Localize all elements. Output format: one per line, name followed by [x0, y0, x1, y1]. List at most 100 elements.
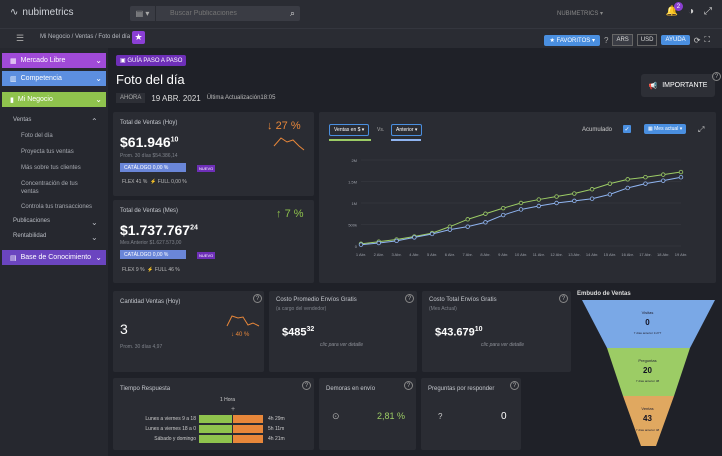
search-input[interactable] [156, 10, 276, 17]
data-point[interactable] [607, 192, 613, 197]
card-costo-promedio[interactable]: Costo Promedio Envíos Gratis (a cargo de… [269, 291, 417, 372]
bell-icon[interactable]: 🔔 2 [666, 2, 683, 17]
sidebar-label: Competencia [20, 75, 62, 82]
data-point[interactable] [358, 242, 364, 247]
info-icon[interactable]: ? [253, 294, 262, 303]
contrast-icon[interactable]: ◑ [688, 6, 694, 17]
sidebar-item-mi-negocio[interactable]: ▮ Mi Negocio ⌄ [2, 92, 106, 107]
x-tick-label: 5 Abr. [427, 252, 437, 257]
plus-icon: + [231, 406, 236, 413]
help-button[interactable]: AYUDA [661, 35, 690, 45]
info-icon[interactable]: ? [404, 381, 413, 390]
info-icon[interactable]: ? [712, 72, 721, 81]
question-icon[interactable]: ? [604, 36, 608, 45]
resp-row-value: 4h 29m [268, 416, 285, 422]
info-icon[interactable]: ? [302, 381, 311, 390]
search-icon[interactable]: ⌕ [290, 8, 295, 19]
data-point[interactable] [501, 212, 506, 218]
sidebar-item-base[interactable]: ▤ Base de Conocimiento ⌄ [2, 250, 106, 265]
data-point[interactable] [678, 174, 684, 180]
delta-mes: ↑ 7 % [276, 208, 304, 220]
sidebar-link-clientes[interactable]: Más sobre tus clientes [21, 164, 81, 172]
chevron-down-icon: ⌄ [95, 74, 102, 83]
x-tick-label: 9 Abr. [498, 252, 508, 257]
chevron-up-icon: ⌃ [91, 117, 98, 126]
data-point[interactable] [607, 181, 613, 186]
notif-badge: 2 [673, 2, 683, 11]
x-tick-label: 6 Abr. [445, 252, 455, 257]
sidebar-item-competencia[interactable]: ▥ Competencia ⌄ [2, 71, 106, 86]
data-point[interactable] [625, 177, 630, 182]
data-point[interactable] [536, 203, 541, 209]
card-subtitle: (Mes Actual) [429, 306, 457, 312]
data-point[interactable] [625, 185, 630, 191]
data-point[interactable] [554, 194, 559, 199]
refresh-icon[interactable]: ⟳ [694, 36, 701, 45]
x-tick-label: 7 Abr. [463, 252, 473, 257]
x-tick-label: 16 Abr. [621, 252, 633, 257]
data-point[interactable] [465, 217, 470, 222]
expand-icon[interactable]: ⤢ [704, 6, 712, 17]
info-icon[interactable]: ? [510, 381, 519, 390]
sidebar-sub-rentabilidad[interactable]: Rentabilidad ⌄ [13, 233, 98, 242]
data-point[interactable] [412, 235, 417, 240]
delta-hoy: ↓ 27 % [267, 120, 301, 132]
card-sales-chart: Ventas en $ ▾ Vs. Anterior ▾ Acumulado ✓… [319, 112, 716, 283]
info-icon[interactable]: ? [559, 294, 568, 303]
favorites-button[interactable]: ★ FAVORITOS ▾ [544, 34, 600, 46]
costo-prom-value: $48532 [282, 326, 314, 339]
card-ventas-hoy: Total de Ventas (Hoy) $61.94610 Prom. 30… [113, 112, 314, 196]
data-point[interactable] [572, 191, 577, 196]
book-icon: ▤ [10, 254, 17, 262]
sidebar-link-concentracion[interactable]: Concentración de tus [21, 180, 78, 188]
data-point[interactable] [518, 200, 524, 206]
data-point[interactable] [518, 207, 524, 212]
sidebar-item-mercado-libre[interactable]: ▦ Mercado Libre ⌄ [2, 53, 106, 68]
data-point[interactable] [465, 224, 470, 229]
data-point[interactable] [501, 205, 506, 211]
sidebar-link-concentracion-2[interactable]: ventas [21, 188, 39, 196]
funnel-visitas-value: 0 [645, 318, 650, 327]
data-point[interactable] [429, 231, 435, 237]
data-point[interactable] [394, 238, 399, 244]
search-category-dropdown[interactable]: ▤ ▾ [130, 6, 156, 21]
card-title: Tiempo Respuesta [120, 386, 171, 392]
menu-toggle-icon[interactable]: ☰ [16, 33, 24, 44]
sidebar-sub-ventas[interactable]: Ventas ⌃ [13, 117, 98, 126]
important-button[interactable]: 📢 IMPORTANTE [641, 74, 715, 97]
info-icon[interactable]: ? [405, 294, 414, 303]
data-point[interactable] [483, 220, 488, 225]
data-point[interactable] [376, 240, 381, 246]
card-costo-total[interactable]: Costo Total Envíos Gratis (Mes Actual) ?… [422, 291, 571, 372]
ventas-mes-prom: Mes Anterior $1.627.573,00 [120, 240, 182, 246]
star-icon[interactable]: ★ [132, 31, 145, 44]
fullscreen-icon[interactable]: ⛶ [704, 35, 710, 45]
data-point[interactable] [572, 198, 577, 204]
brand-logo[interactable]: ∿ nubimetrics [10, 7, 74, 18]
sidebar-sub-publicaciones[interactable]: Publicaciones ⌄ [13, 218, 98, 227]
guide-button[interactable]: ▣ GUÍA PASO A PASO [116, 55, 187, 66]
resp-row-label: Lunes a viernes 9 a 18 [145, 416, 196, 422]
sidebar-link-transacciones[interactable]: Controla tus transacciones [21, 203, 92, 211]
sidebar-link-proyecta[interactable]: Proyecta tus ventas [21, 148, 74, 156]
currency-ars[interactable]: ARS [612, 34, 633, 46]
data-point[interactable] [643, 174, 648, 180]
sidebar-link-foto[interactable]: Foto del día [21, 132, 53, 140]
cantidad-prom: Prom. 30 días 4,97 [120, 344, 163, 350]
data-point[interactable] [589, 187, 595, 192]
data-point[interactable] [678, 169, 684, 175]
currency-usd[interactable]: USD [636, 34, 658, 46]
data-point[interactable] [589, 196, 595, 201]
data-point[interactable] [483, 211, 488, 216]
funnel-visitas-sub: 7 días anterior 3.277 [633, 331, 662, 335]
data-point[interactable] [643, 181, 648, 186]
user-menu[interactable]: NUBIMETRICS ▾ [557, 10, 603, 17]
detail-link[interactable]: clic para ver detalle [320, 342, 363, 348]
data-point[interactable] [554, 200, 559, 206]
chevron-down-icon: ⌄ [91, 218, 98, 227]
data-point[interactable] [536, 197, 541, 202]
data-point[interactable] [447, 227, 453, 232]
data-point[interactable] [661, 172, 666, 177]
data-point[interactable] [661, 178, 666, 183]
detail-link[interactable]: clic para ver detalle [481, 342, 524, 348]
